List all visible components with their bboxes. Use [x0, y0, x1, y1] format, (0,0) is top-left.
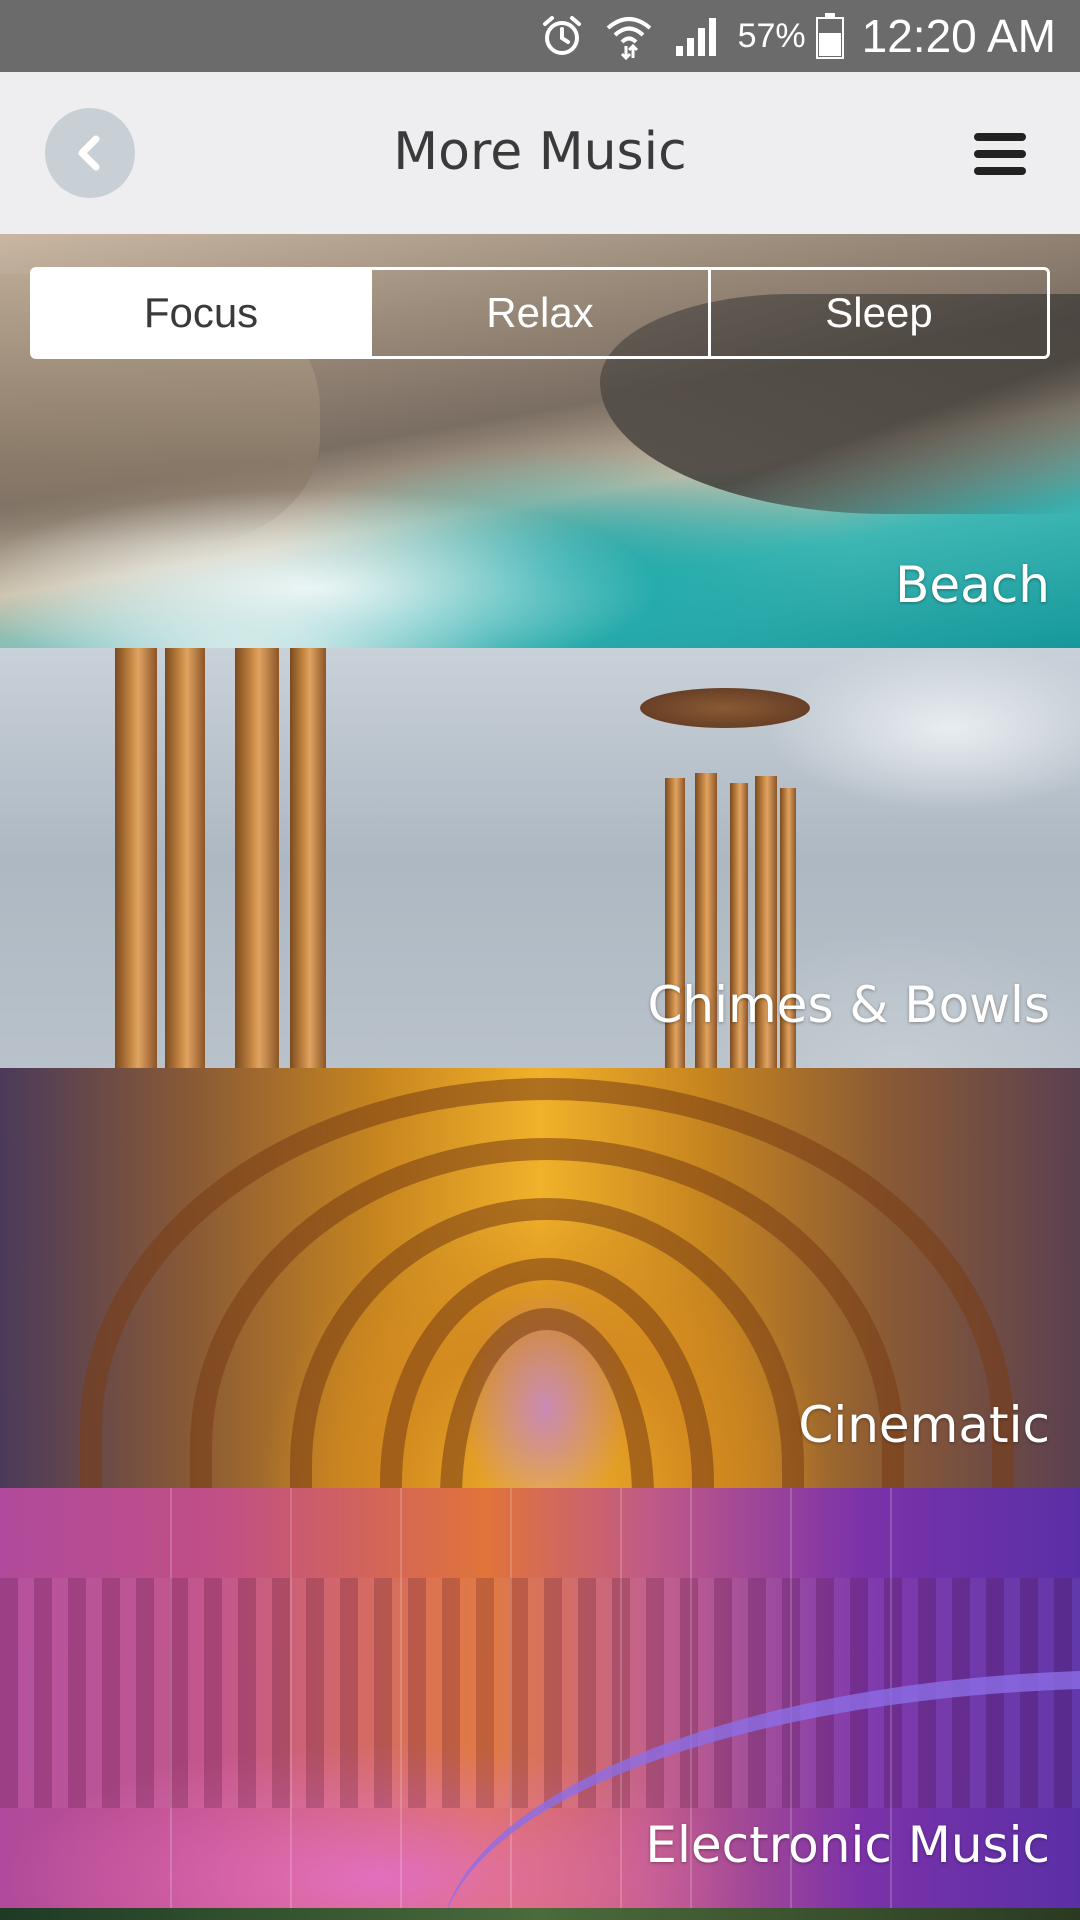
- status-bar: 57% 12:20 AM: [0, 0, 1080, 72]
- alarm-icon: [540, 0, 584, 72]
- category-label: Chimes & Bowls: [647, 976, 1050, 1034]
- tab-relax[interactable]: Relax: [369, 270, 708, 356]
- tab-sleep[interactable]: Sleep: [708, 270, 1047, 356]
- category-tile-cinematic[interactable]: Cinematic: [0, 1068, 1080, 1488]
- wifi-icon: [604, 0, 654, 72]
- category-label: Electronic Music: [645, 1816, 1050, 1874]
- app-header: More Music: [0, 72, 1080, 234]
- hamburger-menu-button[interactable]: [974, 124, 1030, 184]
- category-label: Beach: [895, 556, 1050, 614]
- hamburger-menu-icon: [974, 133, 1026, 141]
- battery-icon: [815, 0, 844, 72]
- category-tile-chimes-bowls[interactable]: Chimes & Bowls: [0, 648, 1080, 1068]
- category-tile-electronic-music[interactable]: Electronic Music: [0, 1488, 1080, 1908]
- battery-percent: 57%: [737, 16, 806, 55]
- category-tile-next[interactable]: [0, 1908, 1080, 1920]
- tab-focus[interactable]: Focus: [33, 270, 369, 356]
- signal-icon: [674, 0, 722, 72]
- page-title: More Music: [393, 122, 687, 182]
- clock: 12:20 AM: [861, 10, 1056, 62]
- category-label: Cinematic: [798, 1396, 1050, 1454]
- mode-tabs: Focus Relax Sleep: [30, 267, 1050, 359]
